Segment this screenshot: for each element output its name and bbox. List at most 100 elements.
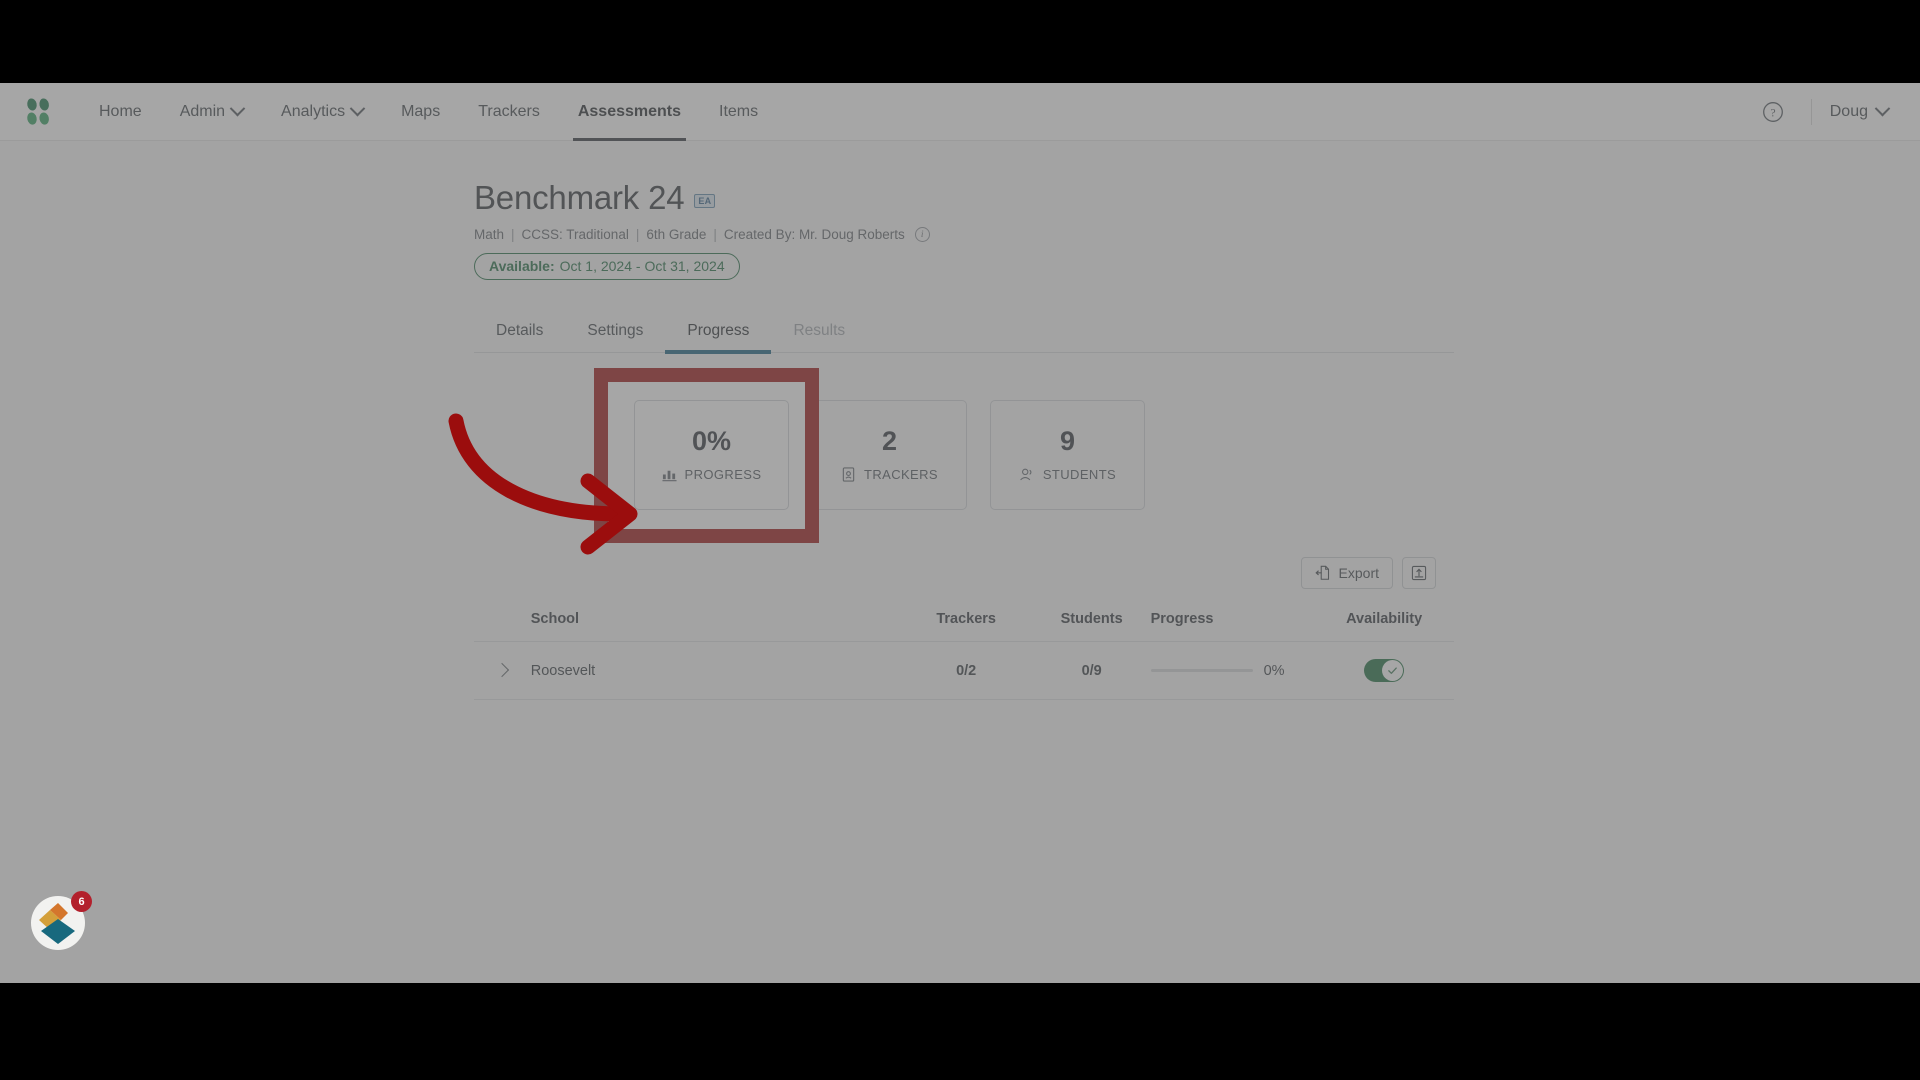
table-header: School Trackers Students Progress Availa… [474, 611, 1454, 642]
stat-value: 2 [881, 426, 898, 456]
nav-item-label: Trackers [478, 102, 540, 120]
check-icon [1388, 667, 1397, 674]
nav-item-items[interactable]: Items [700, 83, 777, 141]
cell-availability [1314, 642, 1454, 700]
th-trackers[interactable]: Trackers [900, 611, 1033, 642]
chevron-down-icon [229, 100, 246, 117]
th-availability[interactable]: Availability [1314, 611, 1454, 642]
meta-grade: 6th Grade [646, 227, 707, 242]
primary-nav-items: Home Admin Analytics Maps Trackers Asses… [80, 83, 777, 141]
tab-label: Progress [687, 322, 750, 339]
stat-label: STUDENTS [1042, 467, 1117, 482]
row-expand-cell[interactable] [474, 642, 531, 700]
progress-cell-inner: 0% [1150, 663, 1315, 679]
table-body: Roosevelt 0/2 0/9 0% [474, 641, 1454, 700]
chevron-down-icon [349, 100, 366, 117]
user-menu-label: Doug [1829, 102, 1868, 120]
cell-school: Roosevelt [530, 662, 596, 679]
page-header: Benchmark 24 EA [474, 179, 1450, 217]
import-button[interactable] [1402, 557, 1436, 589]
nav-item-label: Assessments [577, 102, 682, 120]
tab-label: Settings [587, 322, 644, 339]
cell-students: 0/9 [1081, 662, 1102, 679]
tab-results: Results [771, 314, 867, 352]
th-progress[interactable]: Progress [1151, 611, 1315, 642]
meta-standard: CCSS: Traditional [521, 227, 629, 242]
stat-label-row: STUDENTS [1019, 467, 1116, 482]
page-title: Benchmark 24 [474, 179, 685, 216]
bar-chart-icon [662, 470, 677, 482]
stat-label-row: TRACKERS [841, 467, 938, 482]
question-circle-icon: ? [1762, 101, 1783, 122]
help-resource-widget[interactable]: 6 [28, 891, 92, 953]
table-row[interactable]: Roosevelt 0/2 0/9 0% [474, 641, 1454, 700]
tab-settings[interactable]: Settings [565, 314, 665, 352]
tab-label: Details [496, 322, 544, 339]
nav-item-admin[interactable]: Admin [161, 83, 262, 141]
cell-trackers: 0/2 [956, 662, 977, 679]
students-icon [1020, 468, 1032, 481]
nav-right-cluster: ? Doug [1753, 92, 1892, 132]
th-school[interactable]: School [531, 611, 900, 642]
stat-card-trackers[interactable]: 2 TRACKERS [812, 400, 967, 510]
availability-label: Available: [489, 258, 555, 274]
tab-details[interactable]: Details [474, 314, 565, 352]
th-students[interactable]: Students [1033, 611, 1151, 642]
table-header-row: School Trackers Students Progress Availa… [474, 611, 1454, 642]
tab-bar: Details Settings Progress Results [474, 314, 1454, 354]
tracker-icon [842, 467, 855, 482]
tab-label: Results [793, 322, 846, 339]
notification-badge: 6 [71, 891, 92, 912]
availability-badge: Available: Oct 1, 2024 - Oct 31, 2024 [474, 253, 740, 280]
content-column: Benchmark 24 EA Math | CCSS: Traditional… [470, 179, 1454, 700]
export-file-icon [1314, 565, 1329, 580]
nav-item-trackers[interactable]: Trackers [459, 83, 559, 141]
info-circle-icon[interactable]: i [914, 227, 930, 242]
nav-item-label: Maps [401, 102, 441, 120]
stat-card-students[interactable]: 9 STUDENTS [990, 400, 1145, 510]
app-viewport: Home Admin Analytics Maps Trackers Asses… [0, 83, 1920, 983]
nav-item-label: Items [719, 102, 759, 120]
stat-value: 0% [691, 426, 732, 456]
meta-creator: Created By: Mr. Doug Roberts [723, 227, 905, 242]
meta-separator: | [511, 227, 515, 242]
nav-item-maps[interactable]: Maps [382, 83, 459, 141]
page-content: Benchmark 24 EA Math | CCSS: Traditional… [0, 141, 1920, 700]
stat-label-row: PROGRESS [662, 467, 762, 482]
chevron-right-icon[interactable] [495, 662, 510, 677]
availability-range: Oct 1, 2024 - Oct 31, 2024 [559, 258, 725, 274]
screenshot-root: Home Admin Analytics Maps Trackers Asses… [0, 0, 1920, 1080]
top-navigation-bar: Home Admin Analytics Maps Trackers Asses… [0, 83, 1920, 141]
cell-progress: 0% [1150, 642, 1315, 700]
export-button[interactable]: Export [1300, 557, 1393, 589]
availability-toggle[interactable] [1364, 659, 1405, 682]
export-button-label: Export [1338, 565, 1379, 581]
user-menu[interactable]: Doug [1829, 100, 1892, 121]
help-button[interactable]: ? [1753, 92, 1793, 132]
ea-badge: EA [694, 194, 716, 208]
nav-item-label: Admin [179, 102, 226, 120]
nav-item-label: Home [99, 102, 142, 120]
upload-icon [1411, 565, 1427, 581]
progress-bar [1150, 669, 1253, 672]
nav-item-analytics[interactable]: Analytics [262, 83, 382, 141]
stat-label: PROGRESS [684, 467, 762, 482]
school-progress-table: School Trackers Students Progress Availa… [474, 611, 1454, 700]
stat-card-progress[interactable]: 0% PROGRESS [634, 400, 789, 510]
nav-divider [1810, 98, 1812, 125]
nav-item-home[interactable]: Home [80, 83, 161, 141]
nav-item-assessments[interactable]: Assessments [559, 83, 700, 141]
chevron-down-icon [1874, 100, 1891, 117]
table-toolbar: Export [474, 557, 1450, 589]
stat-label: TRACKERS [864, 467, 938, 482]
tab-progress[interactable]: Progress [665, 314, 772, 354]
svg-text:?: ? [1770, 107, 1775, 119]
meta-subject: Math [474, 227, 505, 242]
th-expand [474, 611, 531, 642]
progress-card-wrapper: 0% PROGRESS [594, 368, 819, 543]
nav-item-label: Analytics [281, 102, 346, 120]
brand-logo-icon[interactable] [24, 97, 54, 127]
assessment-metadata: Math | CCSS: Traditional | 6th Grade | C… [474, 227, 1450, 242]
meta-separator: | [713, 227, 717, 242]
toggle-knob [1382, 660, 1404, 681]
